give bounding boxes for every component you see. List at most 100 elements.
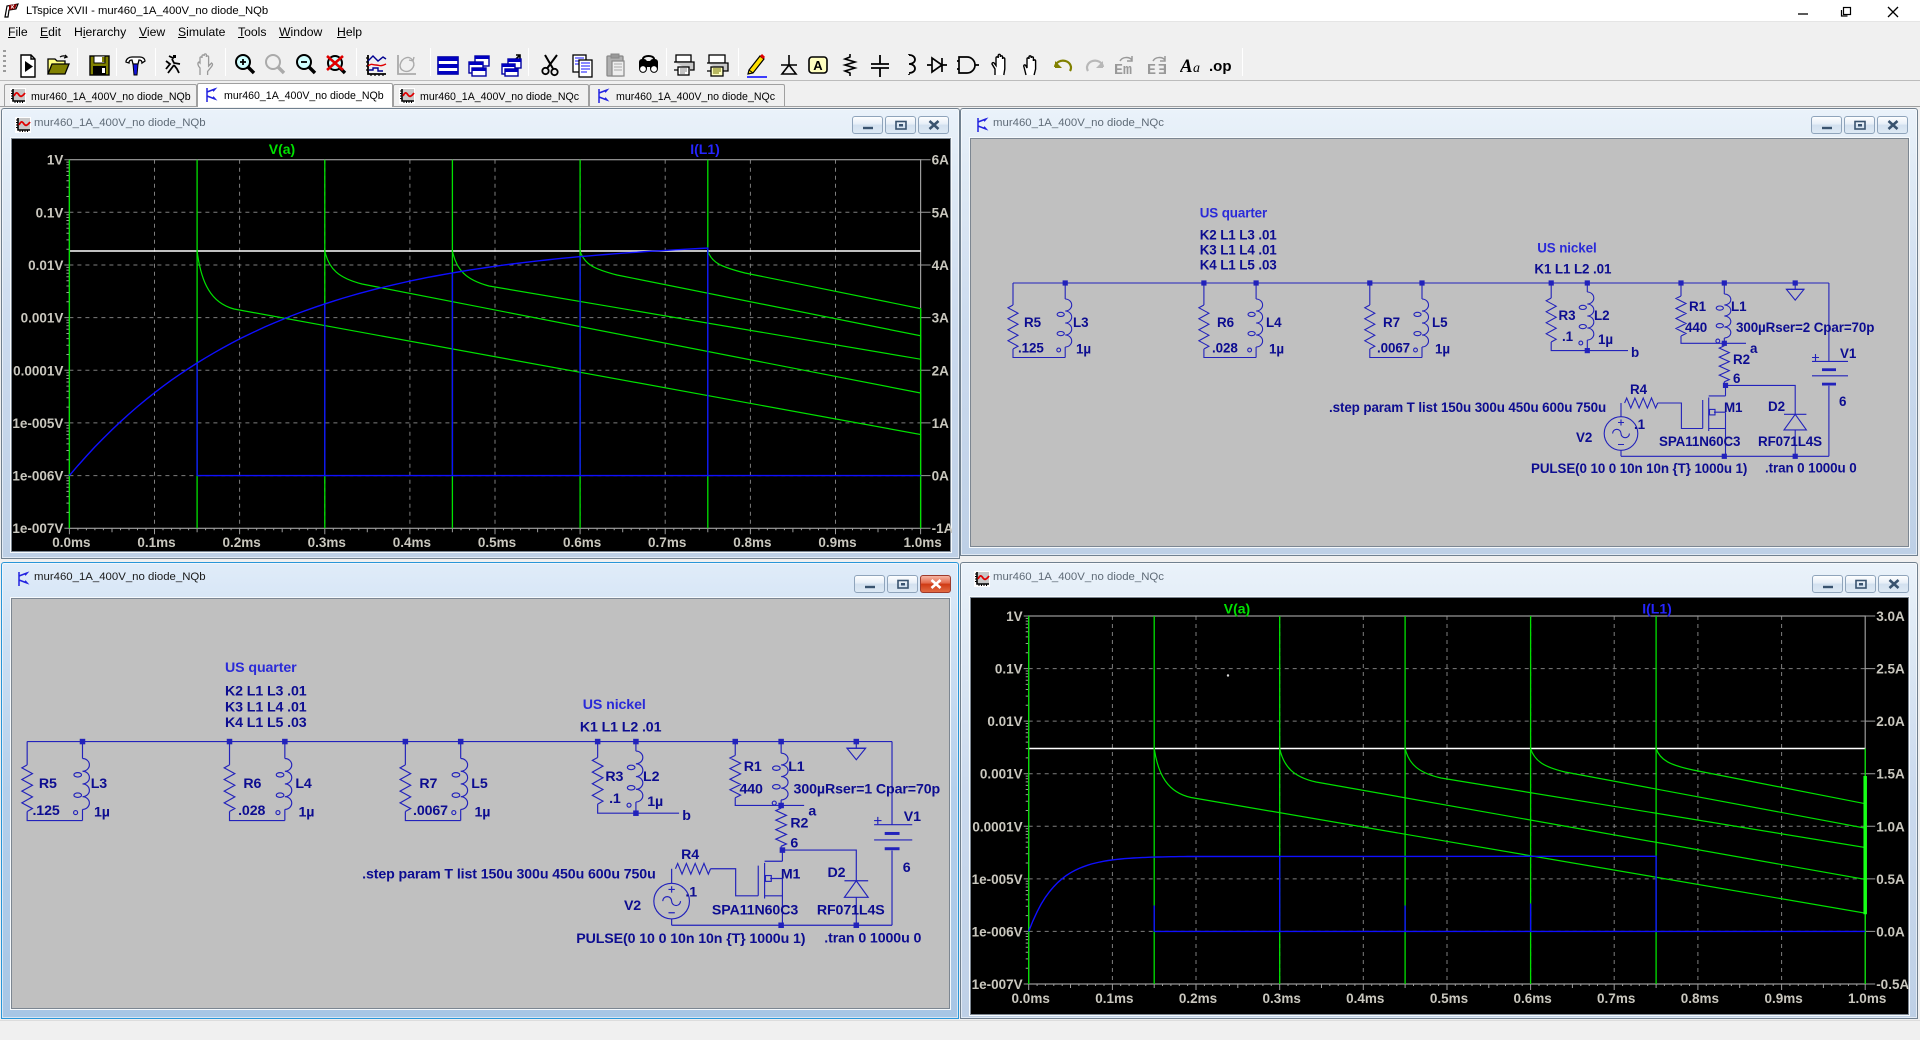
svg-text:0.001V: 0.001V [21, 311, 64, 326]
svg-text:a: a [808, 804, 816, 820]
svg-text:R5: R5 [1024, 315, 1042, 330]
svg-text:0.8ms: 0.8ms [733, 535, 771, 550]
svg-text:K1 L1 L2 .01: K1 L1 L2 .01 [1534, 262, 1612, 277]
svg-text:6A: 6A [932, 153, 950, 168]
svg-text:L2: L2 [643, 769, 660, 785]
svg-text:0.0ms: 0.0ms [1012, 991, 1050, 1006]
svg-text:5A: 5A [932, 205, 950, 220]
svg-text:300µRser=2 Cpar=70p: 300µRser=2 Cpar=70p [1736, 320, 1874, 335]
svg-text:D2: D2 [827, 865, 845, 881]
svg-text:0.3ms: 0.3ms [1263, 991, 1301, 1006]
svg-text:K4 L1 L5 .03: K4 L1 L5 .03 [1200, 258, 1277, 273]
svg-text:R3: R3 [605, 769, 623, 785]
svg-text:-0.5A: -0.5A [1876, 977, 1909, 992]
svg-text:4A: 4A [932, 258, 950, 273]
svg-text:0.6ms: 0.6ms [563, 535, 601, 550]
svg-text:0.9ms: 0.9ms [1764, 991, 1802, 1006]
svg-text:6: 6 [1839, 394, 1846, 409]
svg-text:2A: 2A [932, 363, 950, 378]
svg-text:US quarter: US quarter [225, 660, 297, 676]
svg-text:.step param T list 150u 300u 4: .step param T list 150u 300u 450u 600u 7… [362, 866, 656, 882]
svg-text:RF071L4S: RF071L4S [817, 902, 885, 918]
svg-text:0.1V: 0.1V [36, 205, 64, 220]
svg-text:L4: L4 [295, 776, 312, 792]
svg-text:.0067: .0067 [1377, 341, 1410, 356]
svg-text:L3: L3 [1073, 315, 1088, 330]
svg-text:1µ: 1µ [647, 794, 663, 810]
svg-text:1e-006V: 1e-006V [12, 469, 63, 484]
svg-text:R7: R7 [1383, 315, 1400, 330]
svg-text:R1: R1 [744, 759, 762, 775]
svg-text:.step param T list 150u 300u 4: .step param T list 150u 300u 450u 600u 7… [1329, 400, 1606, 415]
svg-text:R1: R1 [1689, 299, 1707, 314]
svg-text:.125: .125 [1018, 341, 1044, 356]
svg-text:V1: V1 [904, 809, 921, 825]
svg-text:L5: L5 [1432, 315, 1448, 330]
svg-text:R2: R2 [1733, 352, 1750, 367]
svg-text:SPA11N60C3: SPA11N60C3 [712, 902, 798, 918]
svg-text:6: 6 [1733, 371, 1740, 386]
svg-text:0.0001V: 0.0001V [972, 819, 1022, 834]
svg-text:6: 6 [903, 860, 911, 876]
svg-text:.1: .1 [685, 884, 697, 900]
svg-text:0.0001V: 0.0001V [13, 363, 63, 378]
svg-text:1V: 1V [1006, 609, 1023, 624]
svg-text:R5: R5 [39, 776, 57, 792]
svg-text:V(a): V(a) [1224, 600, 1250, 616]
svg-text:0A: 0A [932, 469, 950, 484]
svg-text:L5: L5 [471, 776, 488, 792]
svg-text:R3: R3 [1559, 308, 1576, 323]
svg-text:1µ: 1µ [94, 804, 110, 820]
svg-text:1e-005V: 1e-005V [12, 416, 63, 431]
svg-text:0.01V: 0.01V [28, 258, 63, 273]
svg-text:L1: L1 [1731, 299, 1747, 314]
svg-text:0.8ms: 0.8ms [1681, 991, 1719, 1006]
svg-text:1µ: 1µ [474, 804, 490, 820]
svg-text:0.2ms: 0.2ms [222, 535, 260, 550]
svg-text:R2: R2 [790, 815, 808, 831]
svg-text:.1: .1 [1634, 417, 1646, 432]
svg-text:1e-005V: 1e-005V [972, 871, 1023, 886]
svg-text:3A: 3A [932, 311, 950, 326]
svg-text:R6: R6 [243, 776, 261, 792]
svg-text:L3: L3 [91, 776, 108, 792]
svg-text:K2 L1 L3 .01: K2 L1 L3 .01 [1200, 228, 1278, 243]
svg-text:0.7ms: 0.7ms [1597, 991, 1635, 1006]
svg-text:2.5A: 2.5A [1876, 661, 1905, 676]
svg-text:1µ: 1µ [1435, 342, 1450, 357]
svg-text:K3 L1 L4 .01: K3 L1 L4 .01 [1200, 243, 1278, 258]
svg-text:L2: L2 [1594, 308, 1609, 323]
svg-text:K4 L1 L5 .03: K4 L1 L5 .03 [225, 715, 307, 731]
svg-text:M1: M1 [1724, 400, 1743, 415]
svg-text:1µ: 1µ [1269, 342, 1284, 357]
svg-text:.1: .1 [1562, 329, 1574, 344]
svg-text:b: b [682, 808, 691, 824]
svg-text:b: b [1631, 345, 1639, 360]
svg-text:I(L1): I(L1) [690, 141, 720, 157]
svg-text:0.0ms: 0.0ms [52, 535, 90, 550]
svg-text:R4: R4 [681, 847, 699, 863]
svg-text:0.3ms: 0.3ms [308, 535, 346, 550]
svg-text:0.1ms: 0.1ms [1095, 991, 1133, 1006]
svg-text:I(L1): I(L1) [1642, 600, 1672, 616]
svg-text:K1 L1 L2 .01: K1 L1 L2 .01 [580, 719, 662, 735]
svg-text:a: a [1750, 341, 1758, 356]
svg-text:US nickel: US nickel [1537, 241, 1596, 256]
svg-text:.tran 0 1000u 0: .tran 0 1000u 0 [1765, 461, 1857, 476]
svg-text:1.0A: 1.0A [1876, 819, 1905, 834]
svg-text:R7: R7 [419, 776, 437, 792]
svg-text:0.6ms: 0.6ms [1513, 991, 1551, 1006]
svg-text:440: 440 [739, 782, 763, 798]
svg-text:0.001V: 0.001V [980, 766, 1023, 781]
svg-text:M1: M1 [781, 866, 801, 882]
svg-text:V1: V1 [1840, 346, 1857, 361]
svg-text:.028: .028 [238, 803, 265, 819]
svg-text:1.5A: 1.5A [1876, 766, 1905, 781]
svg-text:.tran 0 1000u 0: .tran 0 1000u 0 [824, 930, 921, 946]
svg-text:1µ: 1µ [1076, 342, 1091, 357]
svg-text:1.0ms: 1.0ms [903, 535, 941, 550]
svg-text:0.0A: 0.0A [1876, 924, 1905, 939]
svg-text:.125: .125 [32, 803, 59, 819]
svg-text:1e-006V: 1e-006V [972, 924, 1023, 939]
svg-text:-1A: -1A [932, 521, 952, 536]
